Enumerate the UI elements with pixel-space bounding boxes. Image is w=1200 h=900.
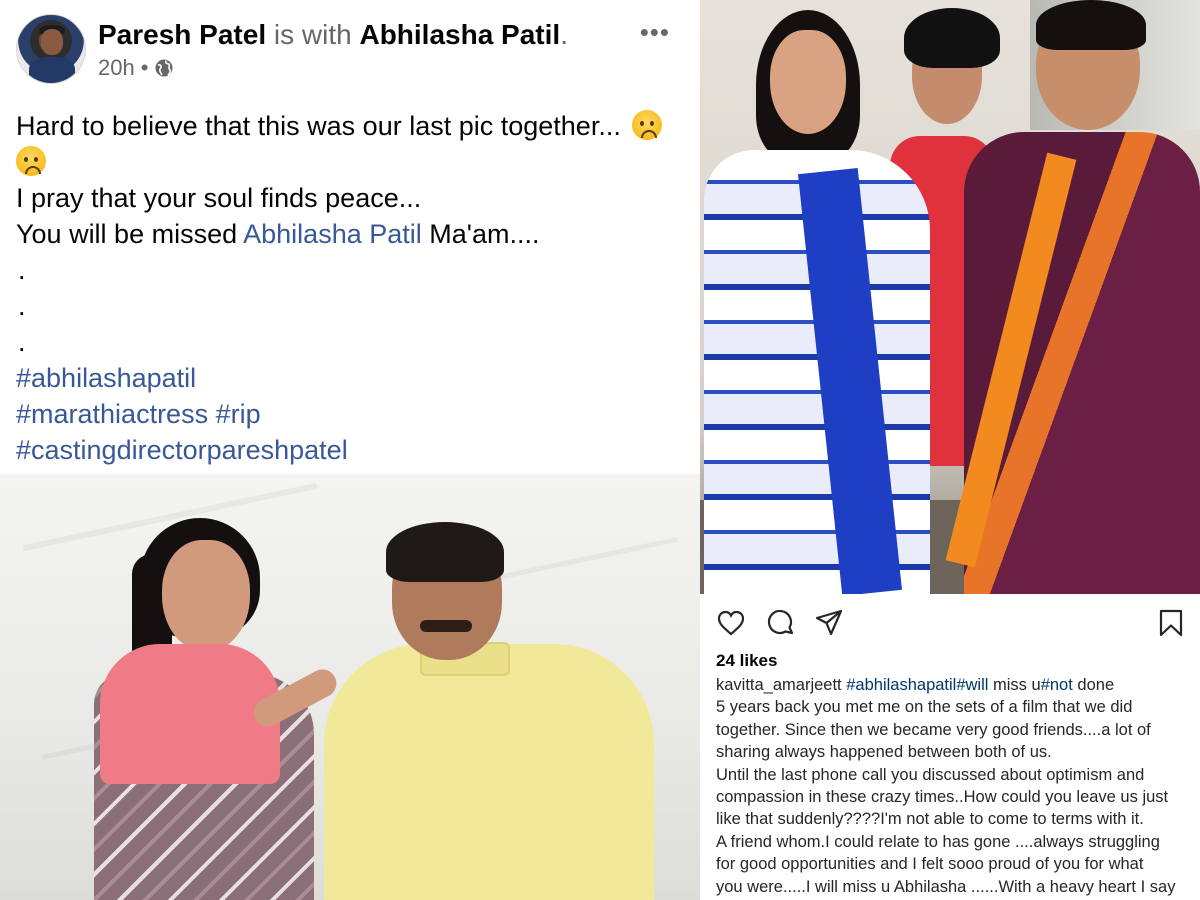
man-shirt [324, 644, 654, 900]
caption-username[interactable]: kavitta_amarjeett [716, 676, 842, 694]
avatar[interactable] [16, 14, 86, 84]
hashtag-rip[interactable]: #rip [216, 399, 261, 429]
woman-face [162, 540, 250, 652]
heart-icon[interactable] [716, 608, 746, 638]
dot-line-2: . [18, 291, 26, 321]
caption-line: for good opportunities and I felt sooo p… [716, 855, 1144, 874]
right-woman-hair [1036, 0, 1146, 50]
avatar-shirt [29, 57, 75, 83]
sad-face-emoji [16, 146, 46, 176]
body-text-4-suffix: Ma'am.... [429, 219, 540, 249]
hashtag-marathiactress[interactable]: #marathiactress [16, 399, 208, 429]
with-text: is with [273, 19, 352, 50]
caption-line: Until the last phone call you discussed … [716, 765, 1145, 784]
man-hair [386, 522, 504, 582]
post-timestamp[interactable]: 20h [98, 54, 135, 82]
body-line-1: Hard to believe that this was our last p… [16, 108, 688, 144]
author-period: . [560, 19, 568, 50]
mention-link[interactable]: Abhilasha Patil [243, 219, 422, 249]
caption-line: you were.....I will miss u Abhilasha ...… [716, 877, 1176, 896]
post-header: Paresh Patel is with Abhilasha Patil. 20… [16, 12, 676, 88]
hashtag-line-3: #castingdirectorpareshpatel [16, 432, 688, 468]
more-options-icon[interactable]: ••• [640, 19, 670, 45]
post-body: Hard to believe that this was our last p… [16, 108, 688, 468]
caption: kavitta_amarjeett #abhilashapatil#will m… [716, 674, 1192, 898]
body-text-1: Hard to believe that this was our last p… [16, 111, 621, 141]
caption-line: compassion in these crazy times..How cou… [716, 787, 1169, 806]
instagram-post: 24 likes kavitta_amarjeett #abhilashapat… [700, 0, 1200, 900]
caption-hashtag-not[interactable]: #not [1041, 676, 1073, 694]
hashtag-castingdirector[interactable]: #castingdirectorpareshpatel [16, 435, 348, 465]
avatar-face [41, 29, 63, 55]
instagram-photo[interactable] [700, 0, 1200, 594]
body-line-2 [16, 144, 688, 180]
caption-first-line: kavitta_amarjeett #abhilashapatil#will m… [716, 674, 1192, 696]
middle-woman-hair [904, 8, 1000, 68]
caption-text: miss u [988, 676, 1041, 694]
dot-line-3: . [18, 327, 26, 357]
post-photo[interactable] [0, 474, 700, 900]
body-text-3: I pray that your soul finds peace... [16, 183, 422, 213]
sad-face-emoji [632, 110, 663, 140]
body-line-4: You will be missed Abhilasha Patil Ma'am… [16, 216, 688, 252]
caption-hashtags[interactable]: #abhilashapatil#will [846, 676, 988, 694]
comment-icon[interactable] [766, 608, 796, 638]
meta-separator: • [140, 55, 149, 80]
caption-line: like that suddenly????I'm not able to co… [716, 810, 1144, 829]
hashtag-abhilashapatil[interactable]: #abhilashapatil [16, 363, 196, 393]
caption-line: A friend whom.I could relate to has gone… [716, 832, 1160, 851]
caption-line: sharing always happened between both of … [716, 743, 1052, 762]
author-name[interactable]: Paresh Patel [98, 19, 266, 50]
left-woman-face [770, 30, 846, 134]
facebook-post: Paresh Patel is with Abhilasha Patil. 20… [0, 0, 700, 900]
body-text-4-prefix: You will be missed [16, 219, 238, 249]
caption-line: together. Since then we became very good… [716, 720, 1151, 739]
hashtag-line-1: #abhilashapatil [16, 360, 688, 396]
author-line: Paresh Patel is with Abhilasha Patil. [98, 18, 568, 52]
hashtag-line-2: #marathiactress #rip [16, 396, 688, 432]
dot-line-1: . [18, 255, 26, 285]
caption-text: done [1072, 676, 1115, 694]
share-icon[interactable] [814, 608, 844, 638]
likes-count[interactable]: 24 likes [716, 650, 777, 672]
caption-line: 5 years back you met me on the sets of a… [716, 698, 1133, 717]
bookmark-icon[interactable] [1156, 608, 1186, 638]
globe-icon[interactable] [154, 58, 174, 78]
action-bar [716, 604, 1186, 640]
tagged-person[interactable]: Abhilasha Patil [359, 19, 560, 50]
body-line-3: I pray that your soul finds peace... [16, 180, 688, 216]
man-mustache [420, 620, 472, 632]
post-meta: 20h • [98, 54, 174, 82]
